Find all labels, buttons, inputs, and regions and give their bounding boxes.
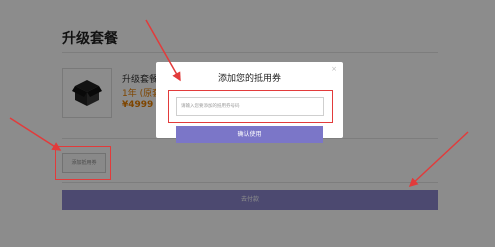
arrow-to-pay [408, 131, 469, 188]
arrow-to-add-coupon [9, 117, 62, 151]
annotation-arrows [9, 19, 469, 188]
arrow-to-modal [145, 19, 181, 82]
